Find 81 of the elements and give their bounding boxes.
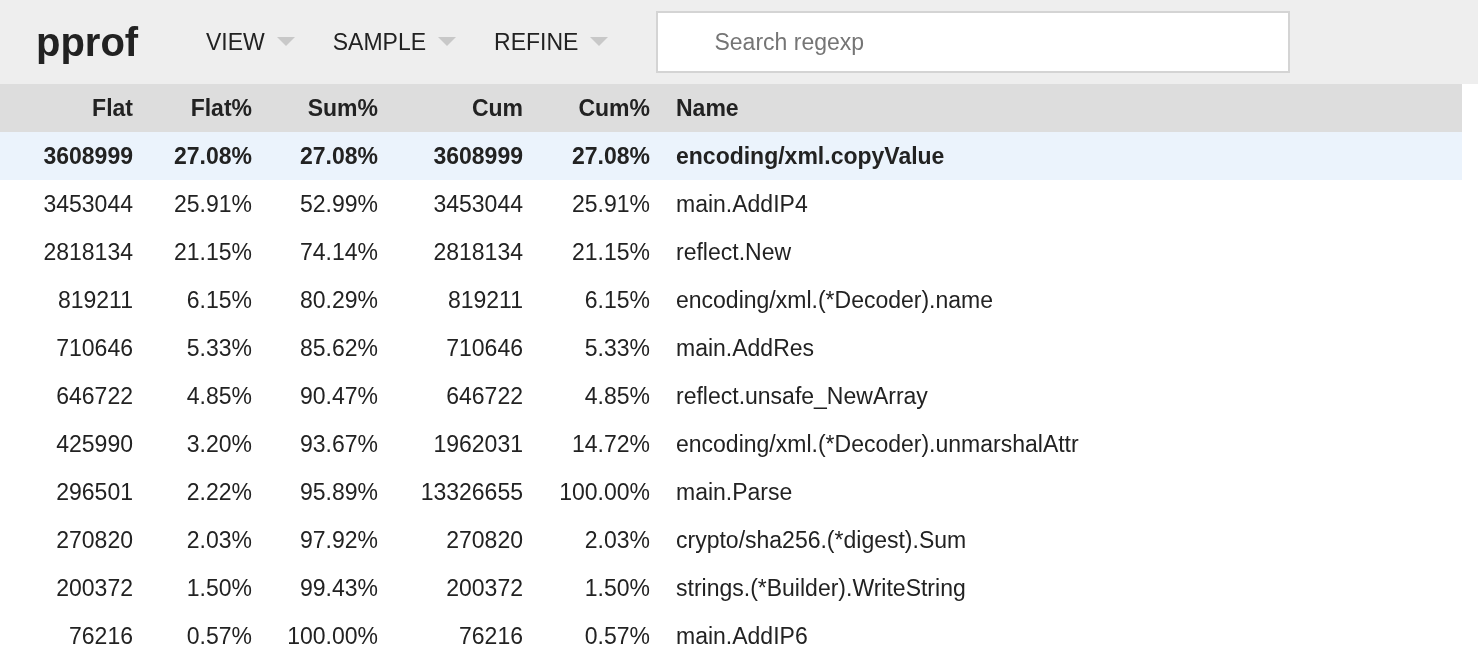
table-cell-text: 100.00% bbox=[286, 621, 379, 651]
table-cell-text: 13326655 bbox=[419, 477, 524, 507]
table-cell-text: reflect.New bbox=[675, 237, 793, 267]
table-cell-text: 97.92% bbox=[299, 525, 379, 555]
column-header[interactable]: Name bbox=[662, 84, 1462, 132]
table-cell-text: 2.03% bbox=[583, 525, 651, 555]
table-cell-text: 646722 bbox=[445, 381, 524, 411]
table-cell: 3453044 bbox=[390, 180, 535, 228]
table-cell-text: main.Parse bbox=[675, 477, 794, 507]
table-cell-text: 21.15% bbox=[571, 237, 651, 267]
table-cell-text: 425990 bbox=[55, 429, 134, 459]
table-cell-text: 95.89% bbox=[299, 477, 379, 507]
table-cell-text: 296501 bbox=[55, 477, 134, 507]
table-cell-text: main.AddRes bbox=[675, 333, 816, 363]
table-cell: main.AddIP4 bbox=[662, 180, 1462, 228]
table-cell-text: 270820 bbox=[55, 525, 134, 555]
table-cell-text: 1962031 bbox=[432, 429, 524, 459]
table-cell-text: 270820 bbox=[445, 525, 524, 555]
table-cell-text: 4.85% bbox=[583, 381, 651, 411]
table-cell-text: 99.43% bbox=[299, 573, 379, 603]
table-cell-text: 93.67% bbox=[299, 429, 379, 459]
table-cell: 3608999 bbox=[390, 132, 535, 180]
table-cell-text: 6.15% bbox=[185, 285, 253, 315]
table-cell-text: 2.03% bbox=[185, 525, 253, 555]
table-cell-text: main.AddIP6 bbox=[675, 621, 809, 651]
table-cell-text: 1.50% bbox=[185, 573, 253, 603]
table-cell: 3608999 bbox=[0, 132, 145, 180]
table-cell: 52.99% bbox=[264, 180, 390, 228]
table-cell-text: 80.29% bbox=[299, 285, 379, 315]
table-cell-text: 0.57% bbox=[185, 621, 253, 651]
table-cell-text: 710646 bbox=[445, 333, 524, 363]
table-cell-text: 200372 bbox=[55, 573, 134, 603]
column-header[interactable]: Flat% bbox=[145, 84, 264, 132]
menu-button[interactable]: REFINE bbox=[494, 24, 609, 60]
table-cell-text: 5.33% bbox=[583, 333, 651, 363]
table-cell-text: 74.14% bbox=[299, 237, 379, 267]
column-header[interactable]: Cum bbox=[390, 84, 535, 132]
table-cell-text: 85.62% bbox=[299, 333, 379, 363]
table-cell-text: 4.85% bbox=[185, 381, 253, 411]
table-cell-text: reflect.unsafe_NewArray bbox=[675, 381, 929, 411]
table-cell-text: 710646 bbox=[55, 333, 134, 363]
table-cell-text: strings.(*Builder).WriteString bbox=[675, 573, 967, 603]
column-header[interactable]: Cum% bbox=[535, 84, 662, 132]
table-cell-text: encoding/xml.(*Decoder).name bbox=[675, 285, 995, 315]
table-cell-text: 100.00% bbox=[558, 477, 651, 507]
table-cell-text: 200372 bbox=[445, 573, 524, 603]
table-cell-text: 5.33% bbox=[185, 333, 253, 363]
table-cell: 25.91% bbox=[535, 180, 662, 228]
table-cell-text: 2818134 bbox=[432, 237, 524, 267]
column-header[interactable]: Sum% bbox=[264, 84, 390, 132]
app-title: pprof bbox=[36, 19, 140, 66]
table-cell-text: 21.15% bbox=[173, 237, 253, 267]
table-cell-text: 6.15% bbox=[583, 285, 651, 315]
table-cell-text: 76216 bbox=[68, 621, 134, 651]
table-cell: 27.08% bbox=[264, 132, 390, 180]
table-row[interactable]: 3608999 27.08% 27.08% 3608999 27.08% encoding/xml.copyValue bbox=[0, 132, 1462, 180]
table-cell-text: crypto/sha256.(*digest).Sum bbox=[675, 525, 968, 555]
table-cell-text: 1.50% bbox=[583, 573, 651, 603]
search-field[interactable]: Search regexp bbox=[656, 11, 1291, 73]
column-header[interactable]: Flat bbox=[0, 84, 145, 132]
table-cell-text: 3.20% bbox=[185, 429, 253, 459]
table-cell-text: 76216 bbox=[458, 621, 524, 651]
caret-icon bbox=[590, 37, 609, 47]
table-cell: encoding/xml.copyValue bbox=[662, 132, 1462, 180]
table-cell: 27.08% bbox=[145, 132, 264, 180]
table-cell: 3453044 bbox=[0, 180, 145, 228]
table-cell-text: 646722 bbox=[55, 381, 134, 411]
table-cell-text: 2818134 bbox=[42, 237, 134, 267]
caret-icon bbox=[276, 37, 295, 47]
table-cell-text: 819211 bbox=[446, 285, 524, 315]
caret-icon bbox=[438, 37, 457, 47]
table-cell: 27.08% bbox=[535, 132, 662, 180]
table-cell: 25.91% bbox=[145, 180, 264, 228]
table-cell-text: 2.22% bbox=[185, 477, 253, 507]
table-cell-text: 0.57% bbox=[583, 621, 651, 651]
table-cell-text: encoding/xml.(*Decoder).unmarshalAttr bbox=[675, 429, 1080, 459]
menu-button[interactable]: VIEW bbox=[206, 24, 295, 60]
table-cell-text: 14.72% bbox=[571, 429, 651, 459]
menu-button[interactable]: SAMPLE bbox=[332, 24, 457, 60]
table-cell-text: 819211 bbox=[56, 285, 134, 315]
table-cell-text: 90.47% bbox=[299, 381, 379, 411]
